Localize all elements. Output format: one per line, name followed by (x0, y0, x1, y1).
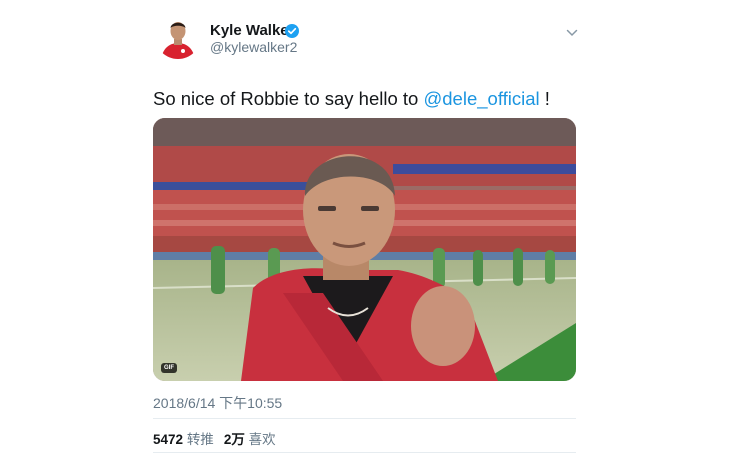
timestamp[interactable]: 2018/6/14 下午10:55 (153, 393, 282, 413)
avatar[interactable] (155, 13, 201, 59)
chevron-down-icon[interactable] (566, 28, 578, 38)
likes-stat[interactable]: 2万 喜欢 (224, 432, 276, 447)
likes-label: 喜欢 (248, 432, 276, 447)
tweet-text: So nice of Robbie to say hello to @dele_… (153, 88, 550, 110)
author-name[interactable]: Kyle Walker (210, 22, 295, 39)
divider (153, 452, 576, 453)
retweets-stat[interactable]: 5472 转推 (153, 432, 214, 447)
tweet-text-before: So nice of Robbie to say hello to (153, 88, 424, 109)
retweets-count: 5472 (153, 432, 184, 447)
tweet-text-after: ! (539, 88, 550, 109)
divider (153, 418, 576, 419)
tweet-stats: 5472 转推 2万 喜欢 (153, 428, 276, 448)
likes-count: 2万 (223, 432, 245, 447)
tweet-card: Kyle Walker @kylewalker2 So nice of Robb… (0, 0, 755, 457)
avatar-image (155, 13, 201, 59)
media-gif[interactable]: GIF (153, 118, 576, 381)
gif-image (153, 118, 576, 381)
retweets-label: 转推 (186, 432, 214, 447)
verified-badge-icon (285, 24, 299, 38)
gif-badge: GIF (161, 363, 177, 373)
mention-link[interactable]: @dele_official (423, 88, 539, 109)
author-handle[interactable]: @kylewalker2 (210, 39, 297, 55)
